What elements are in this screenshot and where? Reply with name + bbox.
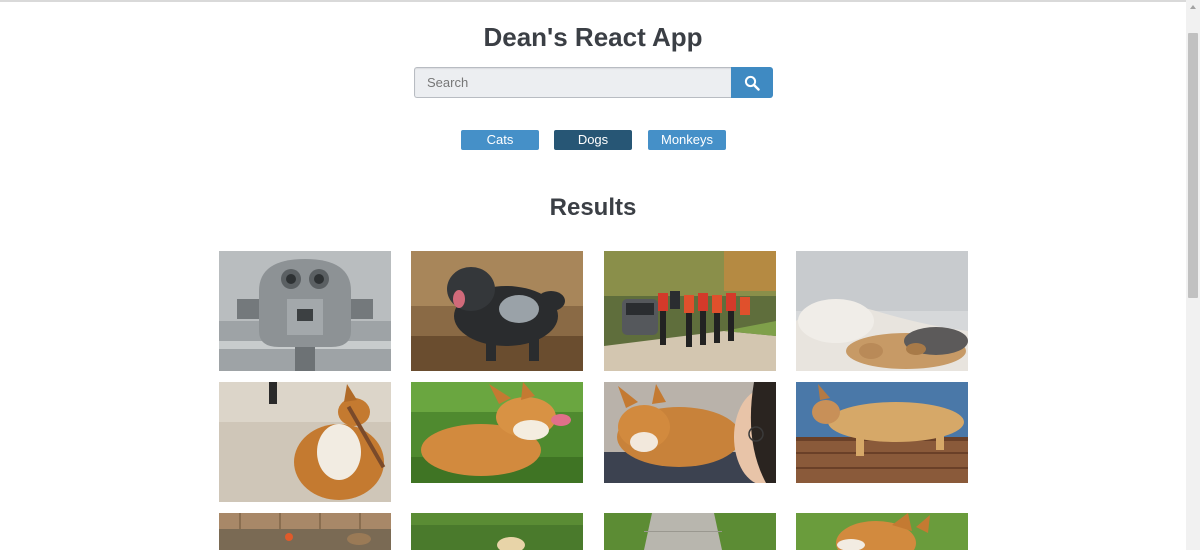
result-image-corgi-grass[interactable] [411, 382, 583, 483]
scroll-up-arrow[interactable] [1186, 0, 1200, 14]
result-image-dog-bed[interactable] [796, 251, 968, 371]
result-image-corgi-floor[interactable] [219, 382, 391, 502]
app-title: Dean's React App [483, 22, 703, 52]
result-image-binoculars[interactable] [219, 251, 391, 371]
result-image-sidewalk[interactable] [604, 513, 776, 550]
category-buttons: Cats Dogs Monkeys [0, 130, 1186, 150]
search-button[interactable] [731, 67, 773, 98]
scrollbar-thumb[interactable] [1188, 33, 1198, 298]
search-input[interactable] [414, 67, 731, 98]
result-image-cyclists[interactable] [604, 251, 776, 371]
result-image-dog-lawn[interactable] [411, 513, 583, 550]
result-image-corgi-porch[interactable] [796, 382, 968, 483]
category-button-cats[interactable]: Cats [461, 130, 539, 150]
result-image-fence-yard[interactable] [219, 513, 391, 550]
vertical-scrollbar[interactable] [1186, 0, 1200, 550]
app-page: Dean's React App Cats Dogs Monkeys Resul… [0, 0, 1186, 550]
category-button-dogs[interactable]: Dogs [554, 130, 632, 150]
category-button-monkeys[interactable]: Monkeys [648, 130, 726, 150]
result-image-corgi-selfie[interactable] [604, 382, 776, 483]
search-icon [744, 75, 760, 91]
results-title: Results [549, 194, 637, 221]
result-image-dog-spaniel[interactable] [411, 251, 583, 371]
search-bar [414, 67, 773, 98]
result-image-corgi-closeup[interactable] [796, 513, 968, 550]
